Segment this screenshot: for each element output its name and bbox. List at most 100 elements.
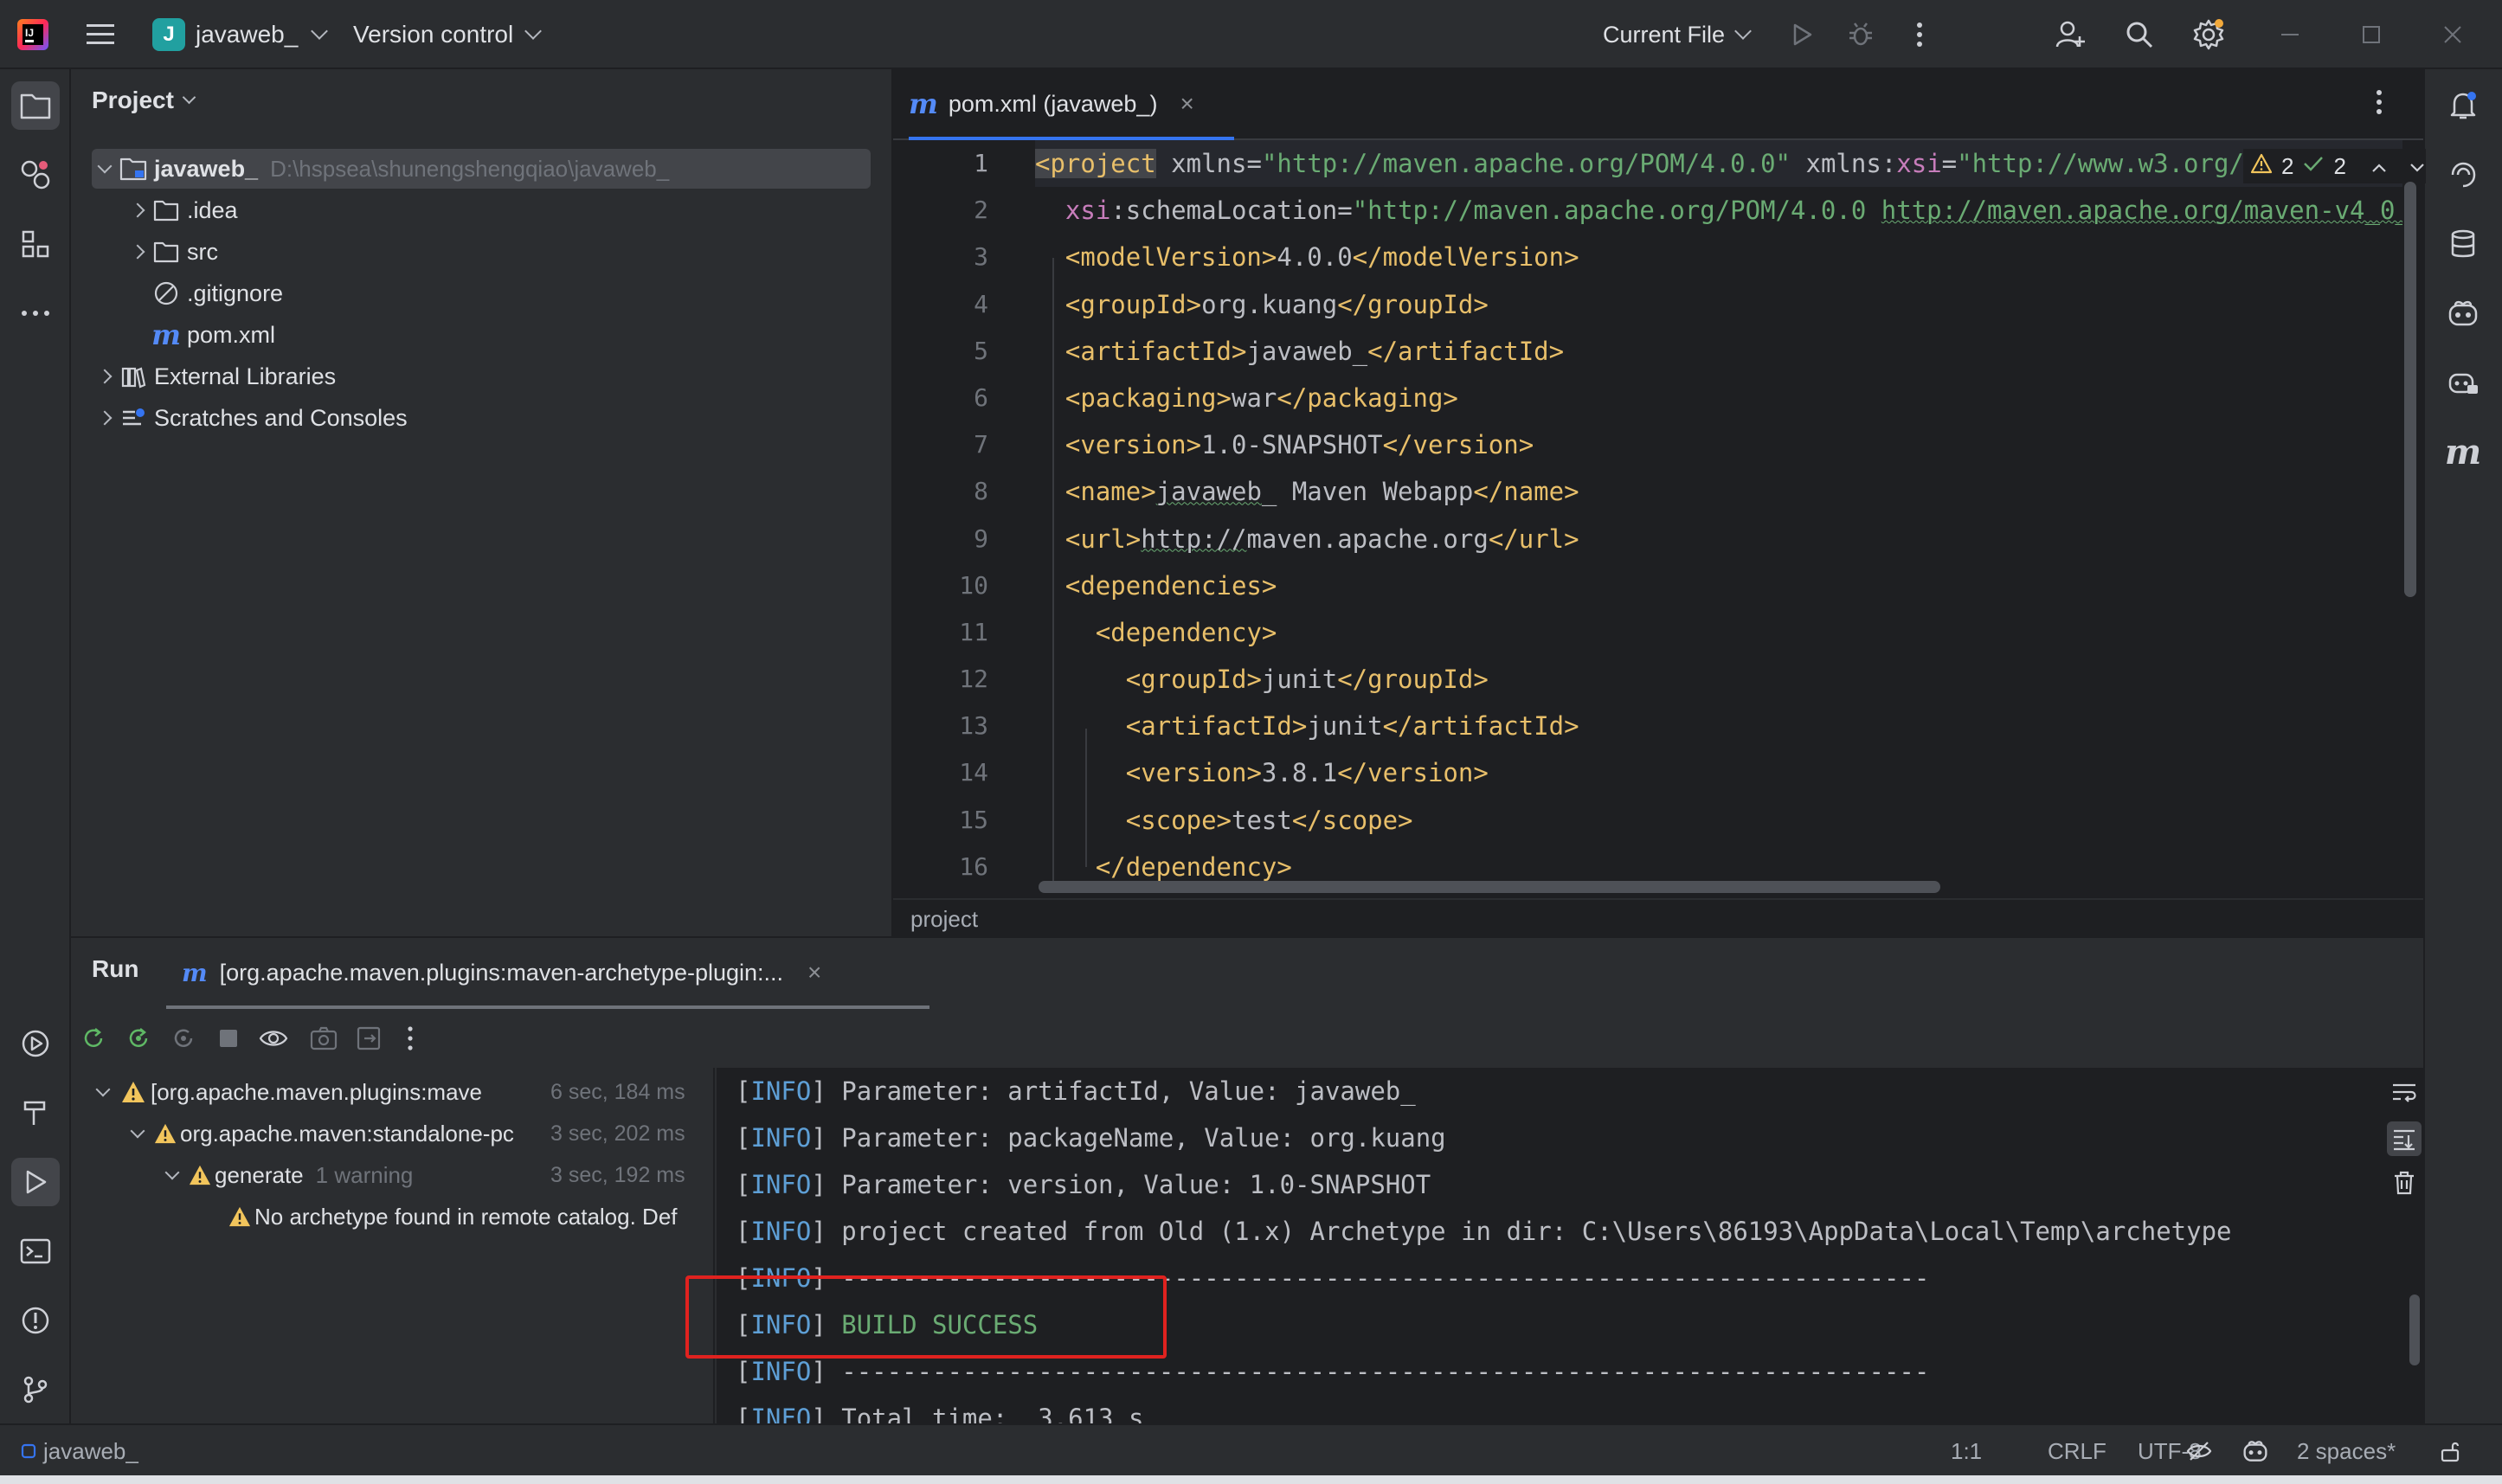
- build-hammer-icon[interactable]: [11, 1089, 60, 1137]
- close-tab-icon[interactable]: ×: [807, 959, 821, 986]
- status-indent[interactable]: 2 spaces*: [2297, 1437, 2396, 1465]
- editor-tab-bar: m pom.xml (javaweb_) ×: [893, 69, 2423, 140]
- settings-gear-icon[interactable]: [2191, 17, 2226, 52]
- maven-file-icon: m: [151, 318, 181, 351]
- clear-console-trash-icon[interactable]: [2392, 1170, 2416, 1200]
- more-actions-icon[interactable]: [393, 1021, 428, 1056]
- debug-icon[interactable]: [1843, 17, 1878, 52]
- structure-tool-icon[interactable]: [11, 220, 60, 268]
- more-tools-icon[interactable]: [11, 289, 60, 337]
- project-panel-title: Project: [92, 87, 174, 113]
- line-number: 6: [974, 382, 988, 412]
- editor-tab-pom-xml[interactable]: m pom.xml (javaweb_) ×: [909, 85, 1194, 123]
- copilot-status-icon[interactable]: [2242, 1437, 2269, 1465]
- tree-item-label: javaweb_: [154, 155, 259, 182]
- plugins-tool-icon[interactable]: [11, 151, 60, 199]
- close-window-icon[interactable]: [2435, 17, 2470, 52]
- git-tool-icon[interactable]: [11, 1365, 60, 1414]
- screenshot-icon[interactable]: [306, 1021, 341, 1056]
- terminal-tool-icon[interactable]: [11, 1227, 60, 1275]
- caret-position-label: 1:1: [1951, 1437, 1983, 1464]
- add-user-icon[interactable]: [2053, 17, 2087, 52]
- intellij-logo-icon[interactable]: IJ: [17, 19, 48, 50]
- chevron-down-icon[interactable]: [125, 1123, 151, 1139]
- code-line: <artifactId>javaweb_</artifactId>: [1064, 336, 1565, 366]
- previous-highlight-icon[interactable]: [2370, 153, 2388, 180]
- tree-item-gitignore[interactable]: .gitignore: [151, 273, 283, 313]
- editor-more-icon[interactable]: [2375, 88, 2383, 120]
- status-line-separator[interactable]: CRLF: [2048, 1437, 2106, 1465]
- module-folder-icon: [118, 156, 149, 182]
- svg-text:IJ: IJ: [25, 27, 34, 39]
- run-tree-item[interactable]: No archetype found in remote catalog. De…: [225, 1196, 678, 1237]
- chevron-down-icon[interactable]: [92, 158, 118, 174]
- main-menu-icon[interactable]: [85, 21, 116, 48]
- chevron-right-icon[interactable]: [92, 410, 118, 426]
- editor-breadcrumb[interactable]: project: [893, 898, 2423, 936]
- chevron-down-icon[interactable]: [159, 1165, 185, 1180]
- breadcrumb-item[interactable]: project: [910, 906, 978, 932]
- show-view-icon[interactable]: [256, 1021, 291, 1056]
- tree-item-pom-xml[interactable]: m pom.xml: [151, 315, 275, 355]
- maximize-icon[interactable]: [2354, 17, 2389, 52]
- left-tool-strip: [0, 69, 71, 1423]
- run-tree-item[interactable]: org.apache.maven:standalone-pc: [125, 1113, 514, 1154]
- tree-item-src[interactable]: src: [125, 232, 218, 272]
- run-console[interactable]: [INFO] Parameter: artifactId, Value: jav…: [717, 1068, 2423, 1425]
- run-tree-item[interactable]: generate 1 warning: [159, 1154, 413, 1196]
- rerun-icon[interactable]: [76, 1021, 111, 1056]
- run-tab-maven[interactable]: m [org.apache.maven.plugins:maven-archet…: [182, 955, 821, 990]
- notifications-bell-icon[interactable]: [2439, 81, 2487, 130]
- editor: m pom.xml (javaweb_) × 1 2 3 4 5 6 7 8 9…: [893, 69, 2426, 936]
- scroll-to-end-icon[interactable]: [2387, 1121, 2422, 1156]
- project-panel-header[interactable]: Project: [92, 87, 196, 114]
- minimize-icon[interactable]: [2273, 17, 2307, 52]
- code-line: <scope>test</scope>: [1125, 805, 1413, 835]
- editor-horizontal-scrollbar[interactable]: [1039, 881, 1940, 893]
- search-icon[interactable]: [2122, 17, 2157, 52]
- next-highlight-icon[interactable]: [2409, 153, 2426, 180]
- database-icon[interactable]: [2439, 220, 2487, 268]
- tree-item-scratches[interactable]: Scratches and Consoles: [92, 398, 408, 438]
- run-tool-button[interactable]: [11, 1158, 60, 1206]
- maven-tool-icon[interactable]: m: [2439, 427, 2487, 476]
- run-tree-item[interactable]: [org.apache.maven.plugins:mave: [90, 1071, 482, 1113]
- close-tab-icon[interactable]: ×: [1180, 90, 1193, 118]
- export-icon[interactable]: [351, 1021, 386, 1056]
- title-bar: IJ J javaweb_ Version control Current Fi…: [0, 0, 2502, 69]
- read-only-lock-icon[interactable]: [2439, 1437, 2463, 1465]
- code-area[interactable]: <project xmlns="http://maven.apache.org/…: [1035, 140, 2402, 902]
- soft-wrap-icon[interactable]: [2390, 1080, 2418, 1108]
- tree-item-external-libraries[interactable]: External Libraries: [92, 357, 336, 396]
- chevron-right-icon[interactable]: [125, 244, 151, 260]
- run-tree-label: org.apache.maven:standalone-pc: [180, 1120, 514, 1147]
- project-tool-button[interactable]: [11, 81, 60, 130]
- console-scrollbar[interactable]: [2409, 1294, 2420, 1365]
- inspection-off-icon[interactable]: [2186, 1437, 2212, 1465]
- chevron-down-icon[interactable]: [90, 1082, 116, 1097]
- run-config-selector[interactable]: Current File: [1603, 17, 1752, 52]
- editor-vertical-scrollbar[interactable]: [2404, 182, 2416, 597]
- problems-tool-icon[interactable]: [11, 1296, 60, 1345]
- status-project[interactable]: javaweb_: [21, 1437, 138, 1465]
- chevron-down-icon: [182, 90, 196, 104]
- run-icon[interactable]: [1785, 17, 1819, 52]
- status-caret-position[interactable]: 1:1: [1951, 1437, 1982, 1465]
- code-line: <groupId>org.kuang</groupId>: [1064, 289, 1489, 319]
- stop-icon[interactable]: [211, 1021, 246, 1056]
- console-line: [INFO] project created from Old (1.x) Ar…: [736, 1217, 2232, 1246]
- toggle-offline-icon[interactable]: [166, 1021, 201, 1056]
- rerun-failed-icon[interactable]: [121, 1021, 156, 1056]
- ai-assistant-icon[interactable]: [2439, 151, 2487, 199]
- services-tool-icon[interactable]: [11, 1019, 60, 1068]
- chevron-right-icon[interactable]: [92, 369, 118, 384]
- copilot-icon[interactable]: [2439, 289, 2487, 337]
- version-control-menu[interactable]: Version control: [353, 17, 543, 52]
- tree-item-javaweb-root[interactable]: javaweb_ D:\hspsea\shunengshengqiao\java…: [92, 149, 871, 189]
- more-actions-icon[interactable]: [1902, 17, 1937, 52]
- project-selector[interactable]: J javaweb_: [152, 17, 329, 52]
- tree-item-idea[interactable]: .idea: [125, 190, 238, 230]
- copilot-chat-icon[interactable]: [2439, 358, 2487, 407]
- inspection-widget[interactable]: 2 2: [2243, 149, 2426, 183]
- chevron-right-icon[interactable]: [125, 202, 151, 218]
